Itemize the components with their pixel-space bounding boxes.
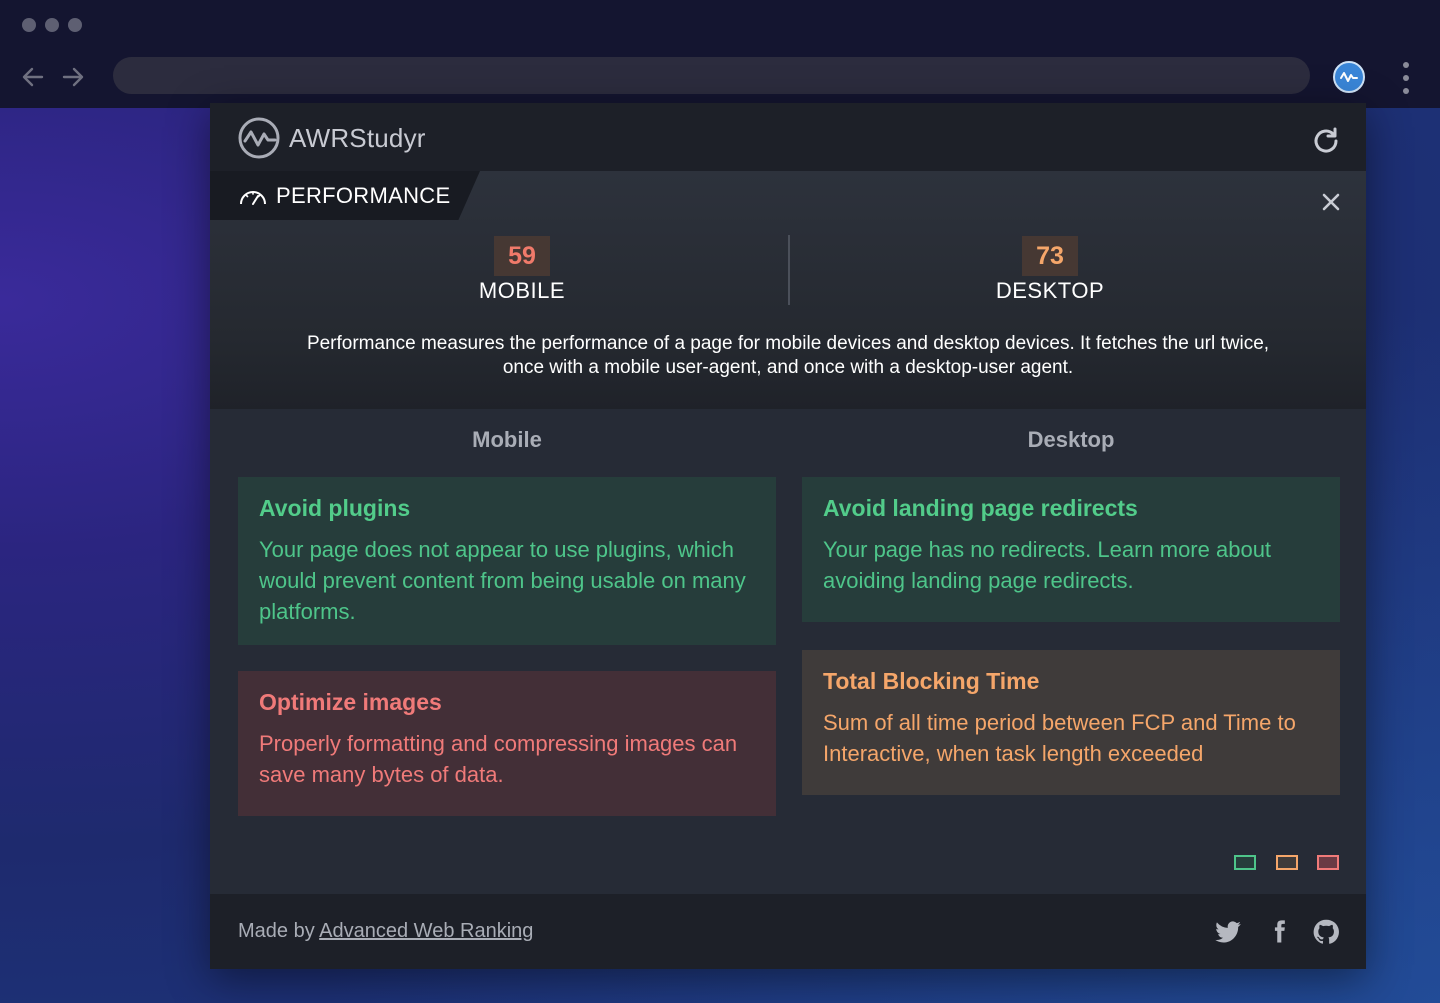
audit-card-title: Avoid plugins: [259, 495, 411, 521]
description-line-2: once with a mobile user-agent, and once …: [502, 357, 1074, 378]
made-by: Made by Advanced Web Ranking: [238, 920, 533, 943]
performance-description: Performance measures the performance of …: [250, 332, 1326, 380]
forward-arrow-icon[interactable]: [60, 64, 86, 90]
audit-card[interactable]: Total Blocking Time Sum of all time peri…: [802, 650, 1340, 795]
desktop-score-label: DESKTOP: [995, 278, 1105, 303]
window-controls: [22, 18, 82, 32]
panel-header: AWRStudyr: [210, 103, 1366, 171]
refresh-icon[interactable]: [1310, 125, 1342, 157]
speedometer-icon: [240, 190, 266, 205]
made-by-label: Made by: [238, 920, 315, 942]
mobile-column-heading: Mobile: [472, 427, 542, 452]
mobile-score: 59 MOBILE: [422, 236, 622, 304]
audit-card[interactable]: Avoid landing page redirects Your page h…: [802, 477, 1340, 622]
audit-card-title: Avoid landing page redirects: [823, 495, 1138, 521]
window-maximize-dot[interactable]: [68, 18, 82, 32]
browser-chrome: [0, 0, 1440, 108]
desktop-score: 73 DESKTOP: [950, 236, 1150, 304]
legend-fail-swatch[interactable]: [1317, 855, 1339, 870]
audit-card[interactable]: Optimize images Properly formatting and …: [238, 671, 776, 816]
audit-card-body: Your page has no redirects. Learn more a…: [823, 537, 1272, 593]
legend-pass-swatch[interactable]: [1234, 855, 1256, 870]
brand: AWRStudyr: [237, 116, 426, 160]
description-line-1: Performance measures the performance of …: [306, 333, 1270, 354]
back-arrow-icon[interactable]: [20, 64, 46, 90]
section-title: PERFORMANCE: [276, 182, 451, 208]
github-icon[interactable]: [1312, 918, 1340, 946]
audit-card-title: Total Blocking Time: [823, 668, 1040, 694]
awr-extension-icon[interactable]: [1333, 61, 1365, 93]
window-minimize-dot[interactable]: [45, 18, 59, 32]
desktop-column-heading: Desktop: [1027, 427, 1115, 452]
twitter-icon[interactable]: [1214, 918, 1242, 946]
audit-card-title: Optimize images: [259, 689, 442, 715]
kebab-menu-icon[interactable]: [1398, 62, 1414, 94]
score-divider: [788, 235, 790, 305]
performance-summary: PERFORMANCE 59 MOBILE 73 DESKTOP Perform…: [210, 171, 1366, 409]
legend-warn-swatch[interactable]: [1276, 855, 1298, 870]
audit-card[interactable]: Avoid plugins Your page does not appear …: [238, 477, 776, 645]
awr-link[interactable]: Advanced Web Ranking: [319, 920, 533, 942]
address-bar[interactable]: [113, 57, 1310, 94]
tab-performance[interactable]: PERFORMANCE: [210, 171, 480, 220]
close-icon[interactable]: [1318, 189, 1344, 215]
awr-logo-icon: [238, 117, 280, 159]
extension-panel: AWRStudyr PERFORMANCE 59 MOBILE 73 DESKT…: [210, 103, 1366, 969]
app-name: AWRStudyr: [289, 122, 426, 153]
panel-footer: Made by Advanced Web Ranking: [210, 894, 1366, 969]
audit-card-body: Your page does not appear to use plugins…: [259, 537, 746, 624]
window-close-dot[interactable]: [22, 18, 36, 32]
mobile-score-value: 59: [494, 236, 550, 276]
desktop-score-value: 73: [1022, 236, 1078, 276]
mobile-score-label: MOBILE: [478, 278, 566, 303]
audit-card-body: Properly formatting and compressing imag…: [259, 731, 738, 787]
facebook-icon[interactable]: [1265, 918, 1293, 946]
audit-card-body: Sum of all time period between FCP and T…: [823, 710, 1296, 766]
